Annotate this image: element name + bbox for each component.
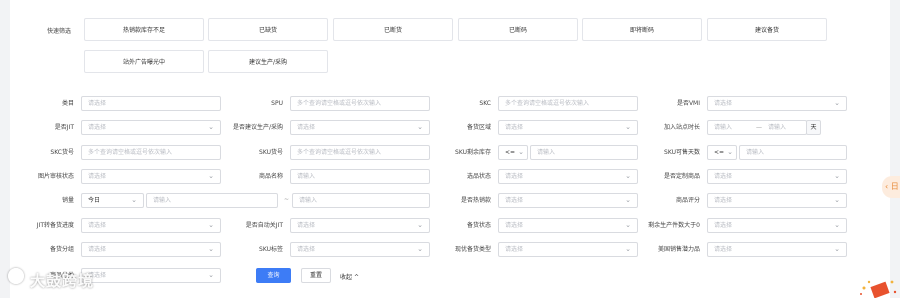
search-button[interactable]: 查询 (256, 268, 291, 283)
collapse-toggle[interactable]: 收起 ^ (340, 272, 359, 281)
skc-label: SKC (479, 100, 491, 107)
auto-close-jit-select[interactable]: 请选择 ⌄ (290, 218, 430, 233)
custom-product-label: 是否定制商品 (663, 173, 700, 180)
stock-group-select[interactable]: 请选择 ⌄ (81, 242, 221, 257)
vmi-label: 是否VMI (676, 100, 700, 107)
sales-label: 销量 (61, 197, 74, 204)
suggest-production-label: 是否建议生产/采购 (232, 124, 283, 131)
chevron-down-icon: ⌄ (131, 196, 137, 204)
auto-close-jit-label: 是否自动关JIT (245, 222, 283, 229)
reset-button[interactable]: 重置 (301, 268, 331, 283)
chevron-down-icon: ⌄ (834, 196, 840, 204)
sku-days-label: SKU可售天数 (664, 149, 700, 156)
chevron-down-icon: ⌄ (834, 221, 840, 229)
site-duration-label: 加入站点时长 (663, 124, 700, 131)
sales-range-separator: ~ (284, 196, 290, 203)
us-potential-select[interactable]: 请选择 ⌄ (707, 242, 847, 257)
selection-status-select[interactable]: 请选择 ⌄ (498, 169, 638, 184)
stock-region-select[interactable]: 请选择 ⌄ (498, 120, 638, 135)
remaining-production-label: 剩余生产件数大于0 (648, 222, 700, 229)
sales-to-input[interactable]: 请输入 (292, 193, 430, 208)
category-select[interactable]: 请选择 (81, 96, 221, 111)
chevron-down-icon: ⌄ (727, 148, 733, 156)
stock-group-label: 备货分组 (49, 246, 74, 253)
quick-filter-external-ads[interactable]: 站外广告曝光中 (84, 50, 204, 73)
sku-stock-operator[interactable]: <= ⌄ (498, 145, 528, 160)
product-name-label: 商品名称 (258, 173, 283, 180)
sku-stock-input[interactable]: 请输入 (530, 145, 638, 160)
product-name-input[interactable]: 请输入 (290, 169, 430, 184)
stock-status-label: 备货状态 (466, 222, 491, 229)
chevron-up-icon: ^ (353, 274, 359, 281)
selection-status-label: 选品状态 (466, 173, 491, 180)
spu-label: SPU (271, 100, 283, 107)
jit-label: 是否JIT (54, 124, 74, 131)
product-rating-label: 商品评分 (675, 197, 700, 204)
spu-input[interactable]: 多个查询请空格或逗号依次输入 (290, 96, 430, 111)
category-label: 类目 (61, 100, 74, 107)
festive-decoration-icon (860, 280, 897, 298)
sku-stock-label: SKU剩余库存 (455, 149, 491, 156)
chevron-down-icon: ⌄ (208, 271, 214, 279)
skc-code-label: SKC货号 (50, 149, 74, 156)
quick-filter-size-broken[interactable]: 已断码 (458, 18, 578, 41)
site-duration-range[interactable]: 请输入 — 请输入 (707, 120, 807, 135)
jit-progress-select[interactable]: 请选择 ⌄ (81, 218, 221, 233)
chevron-down-icon: ⌄ (834, 245, 840, 253)
sku-code-label: SKU货号 (259, 149, 283, 156)
sku-days-input[interactable]: 请输入 (739, 145, 847, 160)
vmi-select[interactable]: 请选择 ⌄ (707, 96, 847, 111)
sku-code-input[interactable]: 多个查询请空格或逗号依次输入 (290, 145, 430, 160)
sales-period-select[interactable]: 今日 ⌄ (81, 193, 144, 208)
stock-region-label: 备货区域 (466, 124, 491, 131)
quick-filter-discontinued[interactable]: 已断货 (333, 18, 453, 41)
product-class-select[interactable]: 请选择 ⌄ (81, 268, 221, 283)
hot-item-select[interactable]: 请选择 ⌄ (498, 193, 638, 208)
quick-filter-soon-size-broken[interactable]: 即将断码 (582, 18, 702, 41)
sku-days-operator[interactable]: <= ⌄ (707, 145, 737, 160)
quick-filter-out-of-stock[interactable]: 已缺货 (208, 18, 328, 41)
stock-type-select[interactable]: 请选择 ⌄ (498, 242, 638, 257)
chevron-down-icon: ⌄ (834, 99, 840, 107)
quick-filter-label: 快速筛选 (47, 28, 72, 35)
stock-type-label: 现优备货类型 (454, 246, 491, 253)
stock-status-select[interactable]: 请选择 ⌄ (498, 218, 638, 233)
quick-filter-suggest-stock[interactable]: 建议备货 (707, 18, 827, 41)
product-rating-select[interactable]: 请选择 ⌄ (707, 193, 847, 208)
image-review-select[interactable]: 请选择 ⌄ (81, 169, 221, 184)
sales-from-input[interactable]: 请输入 (146, 193, 278, 208)
remaining-production-select[interactable]: 请选择 ⌄ (707, 218, 847, 233)
skc-input[interactable]: 多个查询请空格或逗号依次输入 (498, 96, 638, 111)
hot-item-label: 是否热销款 (460, 197, 491, 204)
side-panel-tab[interactable]: ‹ 日 (882, 176, 900, 198)
us-potential-label: 美国销售潜力品 (657, 246, 700, 253)
suggest-production-select[interactable]: 请选择 ⌄ (290, 120, 430, 135)
sku-tag-label: SKU标签 (259, 246, 283, 253)
image-review-label: 图片审核状态 (37, 173, 74, 180)
custom-product-select[interactable]: 请选择 ⌄ (707, 169, 847, 184)
chevron-down-icon: ⌄ (518, 148, 524, 156)
quick-filter-hot-low-stock[interactable]: 热销款库存不足 (84, 18, 204, 41)
quick-filter-suggest-production[interactable]: 建议生产/采购 (208, 50, 328, 73)
days-unit: 天 (806, 120, 821, 135)
sku-tag-select[interactable]: 请选择 ⌄ (290, 242, 430, 257)
skc-code-input[interactable]: 多个查询请空格或逗号依次输入 (81, 145, 221, 160)
watermark-text: 大鼓跨境 (30, 272, 95, 290)
jit-select[interactable]: 请选择 ⌄ (81, 120, 221, 135)
chevron-down-icon: ⌄ (834, 172, 840, 180)
jit-progress-label: JIT转备货进度 (36, 222, 74, 229)
